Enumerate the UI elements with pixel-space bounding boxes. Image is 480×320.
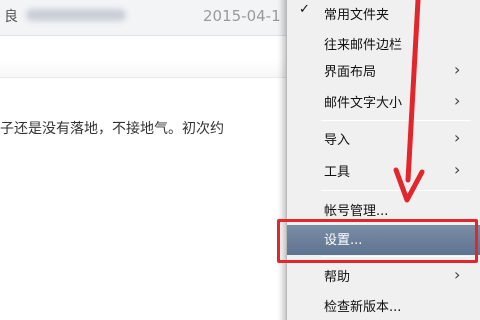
menu-item-label: 检查新版本... bbox=[324, 300, 402, 315]
settings-dropdown-menu: ✓ 常用文件夹 往来邮件边栏 界面布局 › 邮件文字大小 › 导入 › 工具 ›… bbox=[286, 0, 480, 320]
menu-item-label: 界面布局 bbox=[324, 65, 377, 80]
menu-item-tools[interactable]: 工具 › bbox=[287, 157, 480, 187]
chevron-right-icon: › bbox=[454, 160, 461, 179]
menu-item-label: 帐号管理... bbox=[324, 204, 389, 219]
sender-address-blurred bbox=[26, 9, 126, 21]
check-icon: ✓ bbox=[299, 2, 310, 17]
menu-item-label: 帮助 bbox=[324, 270, 351, 285]
menu-item-font-size[interactable]: 邮件文字大小 › bbox=[287, 88, 480, 118]
mail-header: 良 2015-04-1 bbox=[0, 0, 300, 36]
mail-date: 2015-04-1 bbox=[203, 7, 281, 25]
highlight-box bbox=[277, 219, 478, 263]
chevron-right-icon: › bbox=[454, 128, 461, 147]
menu-item-import[interactable]: 导入 › bbox=[287, 125, 480, 155]
menu-item-label: 导入 bbox=[324, 133, 351, 148]
menu-item-label: 工具 bbox=[324, 165, 351, 180]
menu-item-check-updates[interactable]: 检查新版本... bbox=[287, 292, 480, 320]
chevron-right-icon: › bbox=[454, 265, 461, 284]
menu-item-layout[interactable]: 界面布局 › bbox=[287, 57, 480, 87]
menu-item-correspondence-sidebar[interactable]: 往来邮件边栏 bbox=[287, 30, 480, 60]
mail-body-text: 子还是没有落地，不接地气。初次约 bbox=[0, 121, 224, 137]
sender-name[interactable]: 良 bbox=[4, 6, 18, 26]
chevron-right-icon: › bbox=[454, 60, 461, 79]
menu-item-help[interactable]: 帮助 › bbox=[287, 262, 480, 292]
chevron-right-icon: › bbox=[454, 91, 461, 110]
red-arrow-icon bbox=[393, 0, 425, 203]
menu-item-label: 常用文件夹 bbox=[324, 8, 390, 23]
toolbar-divider bbox=[0, 60, 300, 78]
menu-item-common-folders[interactable]: ✓ 常用文件夹 bbox=[287, 0, 480, 30]
